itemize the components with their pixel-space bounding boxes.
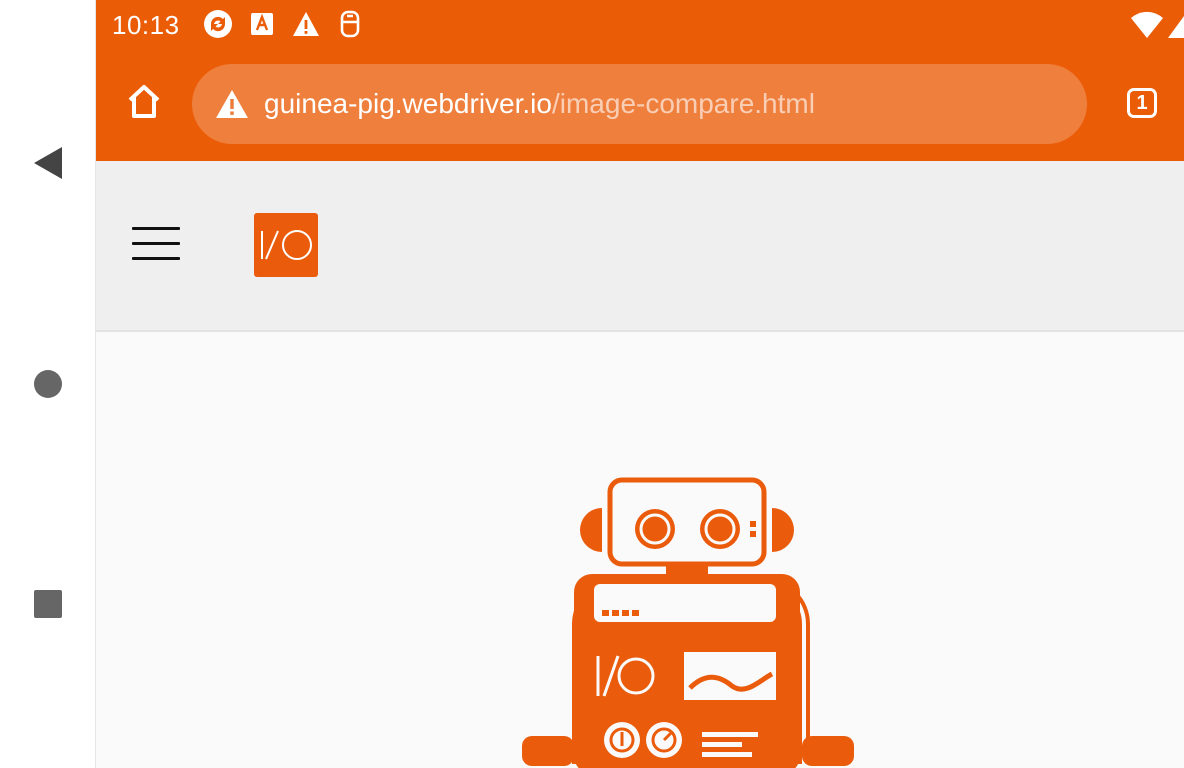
url-domain: guinea-pig.webdriver.io xyxy=(264,88,552,119)
status-right-icons xyxy=(1130,10,1184,40)
warning-icon xyxy=(290,8,322,40)
io-logo-icon xyxy=(261,230,312,260)
page-content xyxy=(96,332,1184,768)
site-logo[interactable] xyxy=(254,213,318,277)
tab-switcher-button[interactable]: 1 xyxy=(1127,88,1157,118)
menu-icon-line xyxy=(132,257,180,260)
home-icon xyxy=(128,85,160,118)
font-app-icon xyxy=(246,8,278,40)
sim-icon xyxy=(334,8,366,40)
url-path: /image-compare.html xyxy=(551,88,815,119)
recents-button[interactable] xyxy=(28,584,68,624)
not-secure-warning-icon[interactable] xyxy=(214,86,250,122)
back-button[interactable] xyxy=(28,143,68,183)
wifi-icon xyxy=(1131,11,1163,39)
status-bar: 10:13 xyxy=(96,0,1184,50)
browser-window: 10:13 guinea-pig.webdriver.io/image-comp… xyxy=(96,0,1184,768)
menu-icon-line xyxy=(132,227,180,230)
browser-home-button[interactable] xyxy=(122,80,166,124)
status-time: 10:13 xyxy=(112,10,180,40)
menu-button[interactable] xyxy=(132,223,182,265)
site-header xyxy=(96,161,1184,332)
browser-toolbar: guinea-pig.webdriver.io/image-compare.ht… xyxy=(96,62,1184,146)
tab-count: 1 xyxy=(1136,91,1148,114)
browser-chrome: 10:13 guinea-pig.webdriver.io/image-comp… xyxy=(96,0,1184,161)
webdriverio-robot-logo xyxy=(522,477,854,768)
home-circle-icon xyxy=(34,370,62,398)
url-text: guinea-pig.webdriver.io/image-compare.ht… xyxy=(264,88,815,120)
recents-square-icon xyxy=(34,590,62,618)
menu-icon-line xyxy=(132,242,180,245)
sync-app-icon xyxy=(202,8,234,40)
system-navigation-bar xyxy=(0,0,96,768)
url-bar[interactable]: guinea-pig.webdriver.io/image-compare.ht… xyxy=(192,64,1087,144)
notification-icons xyxy=(202,8,366,40)
back-icon xyxy=(34,147,62,179)
home-button[interactable] xyxy=(28,364,68,404)
signal-icon xyxy=(1168,16,1184,38)
